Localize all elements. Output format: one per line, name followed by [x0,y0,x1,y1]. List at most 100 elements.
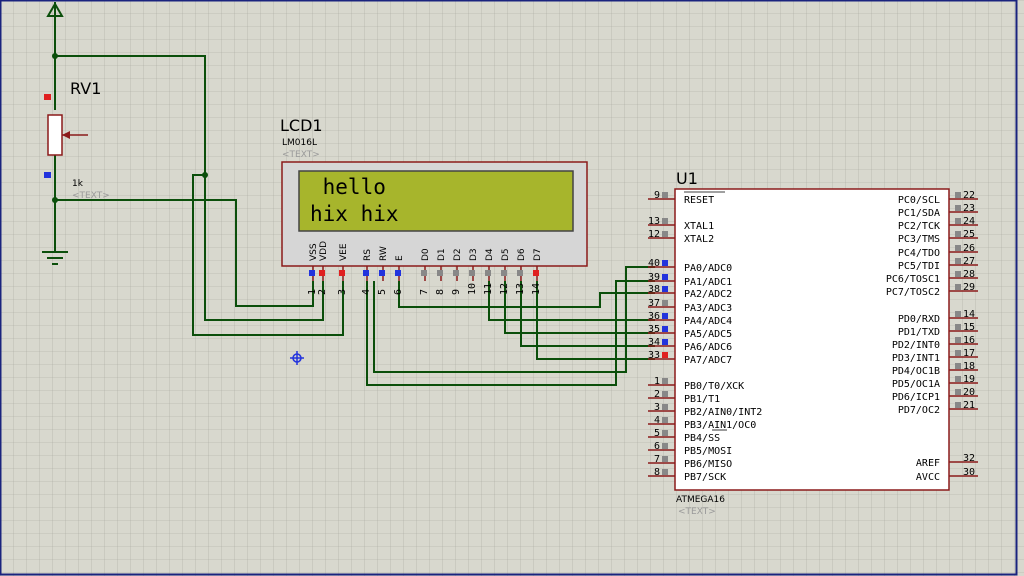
lcd-pin-number: 12 [499,283,510,295]
mcu-pin-number: 18 [963,361,975,372]
lcd-pin-number: 8 [435,289,446,295]
lcd-line-2: hix hix [310,202,399,226]
mcu-pin-number: 20 [963,387,975,398]
mcu-pin-label: PD1/TXD [898,327,940,338]
mcu-pin-number: 27 [963,256,975,267]
lcd-text-placeholder: <TEXT> [282,150,320,160]
mcu-pin-number: 12 [648,229,660,240]
mcu-pin-label: PA7/ADC7 [684,355,732,366]
mcu-pin-number: 19 [963,374,975,385]
rv1-body [47,114,63,156]
lcd-pin-label: VEE [339,243,349,261]
pin-marker [955,311,961,317]
pin-marker [662,404,668,410]
lcd-ref-label: LCD1 [280,116,323,135]
mcu-ref-label: U1 [676,169,698,188]
mcu-pin-label: PD6/ICP1 [892,392,940,403]
mcu-pin-number: 15 [963,322,975,333]
pin-marker [662,286,668,292]
pin-marker [662,469,668,475]
lcd-pin-number: 10 [467,283,478,295]
mcu-pin-number: 40 [648,258,660,269]
mcu-pin-number: 22 [963,190,975,201]
mcu-pin-label: PB2/AIN0/INT2 [684,407,762,418]
mcu-pin-label: PC6/TOSC1 [886,274,940,285]
mcu-pin-number: 1 [654,376,660,387]
mcu-pin-label: AVCC [916,472,940,483]
pin-marker [955,205,961,211]
lcd-pin-number: 11 [483,283,494,295]
mcu-pin-number: 8 [654,467,660,478]
mcu-pin-number: 21 [963,400,975,411]
lcd-pin-number: 14 [531,283,542,295]
pin-marker [955,284,961,290]
lcd-pin-label: RS [363,249,373,261]
mcu-pin-label: PA5/ADC5 [684,329,732,340]
pin-marker [955,231,961,237]
lcd-pin-number: 4 [361,289,372,295]
pin-marker [339,270,345,276]
mcu-pin-number: 36 [648,311,660,322]
mcu-pin-number: 24 [963,216,975,227]
mcu-pin-number: 14 [963,309,975,320]
lcd-pin-number: 9 [451,289,462,295]
lcd-pin-number: 3 [337,289,348,295]
pin-marker [662,300,668,306]
pin-marker [453,270,459,276]
mcu-pin-label: XTAL2 [684,234,714,245]
mcu-pin-number: 13 [648,216,660,227]
pin-marker [469,270,475,276]
mcu-pin-label: PC0/SCL [898,195,940,206]
pin-marker [437,270,443,276]
mcu-pin-label: PC1/SDA [898,208,940,219]
pin-marker [955,402,961,408]
mcu-pin-number: 37 [648,298,660,309]
pin-marker [662,274,668,280]
pin-marker [955,363,961,369]
pin-marker [662,326,668,332]
mcu-pin-number: 6 [654,441,660,452]
lcd-pin-number: 13 [515,283,526,295]
mcu-pin-number: 9 [654,190,660,201]
mcu-pin-label: PB7/SCK [684,472,726,483]
lcd-line-1: hello [310,175,386,199]
mcu-pin-label: PD5/OC1A [892,379,940,390]
mcu-pin-label: PA2/ADC2 [684,289,732,300]
mcu-pin-label: PD3/INT1 [892,353,940,364]
lcd-pin-label: VDD [319,241,329,261]
lcd-pin-label: RW [379,246,389,261]
mcu-pin-label: XTAL1 [684,221,714,232]
mcu-pin-number: 26 [963,243,975,254]
pin-marker [421,270,427,276]
pin-marker [662,231,668,237]
pin-marker [309,270,315,276]
lcd-pin-number: 7 [419,289,430,295]
mcu-pin-label: PC3/TMS [898,234,940,245]
pin-marker [955,350,961,356]
mcu-pin-label: PA1/ADC1 [684,277,732,288]
mcu-pin-number: 29 [963,282,975,293]
lcd-part-label: LM016L [282,138,317,148]
pin-marker [395,270,401,276]
pin-marker [533,270,539,276]
mcu-pin-number: 4 [654,415,660,426]
pin-marker [955,324,961,330]
schematic-sheet[interactable]: RV1 1k <TEXT> LCD1 LM016L <TEXT> hello h… [0,0,1024,576]
rv1-text-placeholder: <TEXT> [72,191,110,201]
pin-marker [662,339,668,345]
mcu-pin-label: PC4/TDO [898,248,940,259]
mcu-pin-number: 7 [654,454,660,465]
mcu-component[interactable]: U1 9 RESET13 XTAL112 XTAL240 PA0/ADC039 PA1/A… [648,169,978,517]
mcu-pin-number: 16 [963,335,975,346]
mcu-pin-number: 28 [963,269,975,280]
mcu-pin-number: 5 [654,428,660,439]
pin-marker [662,443,668,449]
mcu-pin-label: PC5/TDI [898,261,940,272]
lcd-pin-label: D6 [517,248,527,261]
mcu-pin-label: PC2/TCK [898,221,940,232]
mcu-pin-number: 17 [963,348,975,359]
pin-marker [662,456,668,462]
mcu-pin-number: 23 [963,203,975,214]
mcu-pin-label: PA3/ADC3 [684,303,732,314]
lcd-pin-label: E [395,255,405,261]
